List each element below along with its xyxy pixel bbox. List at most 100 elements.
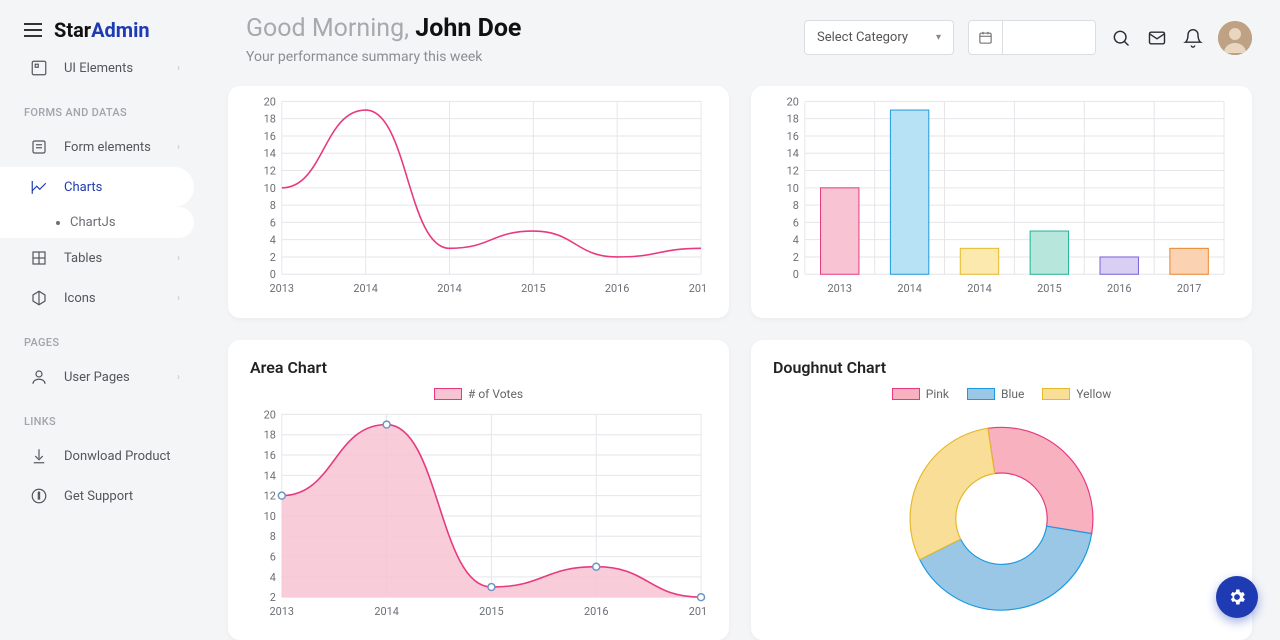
sidebar-item-support[interactable]: i Get Support — [0, 476, 200, 516]
brand-admin: Admin — [91, 18, 150, 42]
bell-icon[interactable] — [1182, 27, 1204, 49]
card-bar-chart: 0246810121416182020132014201420152016201… — [751, 86, 1252, 318]
chevron-right-icon: › — [177, 293, 180, 304]
svg-text:2015: 2015 — [1037, 282, 1062, 295]
sidebar-item-icons[interactable]: Icons › — [0, 278, 200, 318]
sidebar: StarAdmin UI Elements › FORMS AND DATAS … — [0, 0, 200, 640]
svg-text:6: 6 — [270, 550, 276, 563]
brand: StarAdmin — [0, 18, 200, 48]
chevron-right-icon: › — [177, 253, 180, 264]
mail-icon[interactable] — [1146, 27, 1168, 49]
svg-text:2016: 2016 — [584, 605, 609, 618]
svg-text:2014: 2014 — [967, 282, 992, 295]
legend-label: Blue — [1001, 387, 1024, 401]
svg-text:2017: 2017 — [689, 282, 707, 295]
brand-text[interactable]: StarAdmin — [54, 18, 150, 42]
search-icon[interactable] — [1110, 27, 1132, 49]
bar-chart: 0246810121416182020132014201420152016201… — [773, 94, 1230, 300]
sidebar-item-download[interactable]: Donwload Product — [0, 436, 200, 476]
svg-text:10: 10 — [264, 182, 276, 195]
svg-text:2014: 2014 — [897, 282, 922, 295]
svg-text:2016: 2016 — [605, 282, 630, 295]
svg-text:2013: 2013 — [827, 282, 852, 295]
main: Good Morning, John Doe Your performance … — [200, 0, 1280, 640]
svg-text:2: 2 — [793, 251, 799, 264]
svg-text:16: 16 — [787, 130, 799, 143]
info-icon: i — [30, 487, 48, 505]
sidebar-item-label: User Pages — [64, 370, 130, 385]
svg-text:2017: 2017 — [689, 605, 707, 618]
sidebar-item-form-elements[interactable]: Form elements › — [0, 127, 200, 167]
svg-text:2016: 2016 — [1107, 282, 1132, 295]
legend-label: Pink — [926, 387, 949, 401]
icons-icon — [30, 289, 48, 307]
sidebar-item-tables[interactable]: Tables › — [0, 238, 200, 278]
svg-text:2017: 2017 — [1177, 282, 1202, 295]
svg-text:18: 18 — [787, 113, 799, 126]
sidebar-item-label: UI Elements — [64, 61, 133, 76]
user-icon — [30, 368, 48, 386]
svg-text:14: 14 — [787, 147, 799, 160]
svg-text:12: 12 — [264, 489, 276, 502]
svg-text:10: 10 — [264, 509, 276, 522]
date-picker[interactable] — [968, 20, 1096, 55]
avatar[interactable] — [1218, 21, 1252, 55]
svg-text:4: 4 — [270, 570, 276, 583]
greeting-prefix: Good Morning, — [246, 14, 415, 43]
sidebar-item-label: Charts — [64, 180, 102, 195]
sidebar-item-ui-elements[interactable]: UI Elements › — [0, 48, 200, 88]
chevron-down-icon: ▾ — [936, 32, 941, 43]
svg-text:2015: 2015 — [521, 282, 546, 295]
card-title: Doughnut Chart — [773, 358, 1230, 377]
sidebar-item-user-pages[interactable]: User Pages › — [0, 357, 200, 397]
svg-text:2: 2 — [270, 591, 276, 604]
legend-label: # of Votes — [468, 387, 523, 401]
sidebar-item-label: Donwload Product — [64, 449, 171, 464]
page-subtitle: Your performance summary this week — [246, 49, 521, 65]
svg-text:14: 14 — [264, 147, 276, 160]
svg-text:16: 16 — [264, 130, 276, 143]
download-icon — [30, 447, 48, 465]
svg-text:20: 20 — [264, 95, 276, 108]
form-icon — [30, 138, 48, 156]
svg-text:2014: 2014 — [353, 282, 378, 295]
card-area-chart: Area Chart # of Votes 246810121416182020… — [228, 340, 729, 640]
svg-text:2014: 2014 — [374, 605, 399, 618]
hamburger-icon[interactable] — [24, 23, 42, 37]
svg-text:0: 0 — [793, 268, 799, 281]
area-chart: 246810121416182020132014201520162017 — [250, 407, 707, 622]
svg-text:8: 8 — [270, 530, 276, 543]
legend-item: Yellow — [1042, 387, 1111, 401]
svg-text:16: 16 — [264, 449, 276, 462]
sidebar-heading-links: LINKS — [0, 397, 200, 436]
sidebar-heading-forms: FORMS AND DATAS — [0, 88, 200, 127]
doughnut-chart — [773, 407, 1230, 622]
svg-text:18: 18 — [264, 113, 276, 126]
header: Good Morning, John Doe Your performance … — [200, 0, 1280, 78]
sidebar-subitem-chartjs[interactable]: ChartJs — [0, 207, 194, 238]
calendar-icon[interactable] — [969, 21, 1003, 54]
select-category-label: Select Category — [817, 30, 908, 45]
chevron-right-icon: › — [177, 142, 180, 153]
date-input[interactable] — [1003, 21, 1095, 54]
svg-text:2015: 2015 — [479, 605, 504, 618]
brand-star: Star — [54, 18, 91, 42]
svg-text:6: 6 — [793, 216, 799, 229]
ui-elements-icon — [30, 59, 48, 77]
area-legend: # of Votes — [250, 387, 707, 401]
svg-text:4: 4 — [270, 234, 276, 247]
legend-item: Blue — [967, 387, 1024, 401]
sidebar-item-charts[interactable]: Charts — [0, 167, 194, 207]
legend-label: Yellow — [1076, 387, 1111, 401]
sidebar-item-label: Tables — [64, 251, 102, 266]
card-line-chart: 0246810121416182020132014201420152016201… — [228, 86, 729, 318]
sidebar-item-label: Icons — [64, 291, 96, 306]
svg-text:20: 20 — [787, 95, 799, 108]
svg-text:8: 8 — [270, 199, 276, 212]
sidebar-heading-pages: PAGES — [0, 318, 200, 357]
greeting: Good Morning, John Doe Your performance … — [246, 14, 521, 65]
svg-text:2013: 2013 — [270, 282, 295, 295]
select-category-dropdown[interactable]: Select Category ▾ — [804, 20, 954, 55]
greeting-name: John Doe — [415, 14, 521, 43]
settings-fab[interactable] — [1216, 576, 1258, 618]
